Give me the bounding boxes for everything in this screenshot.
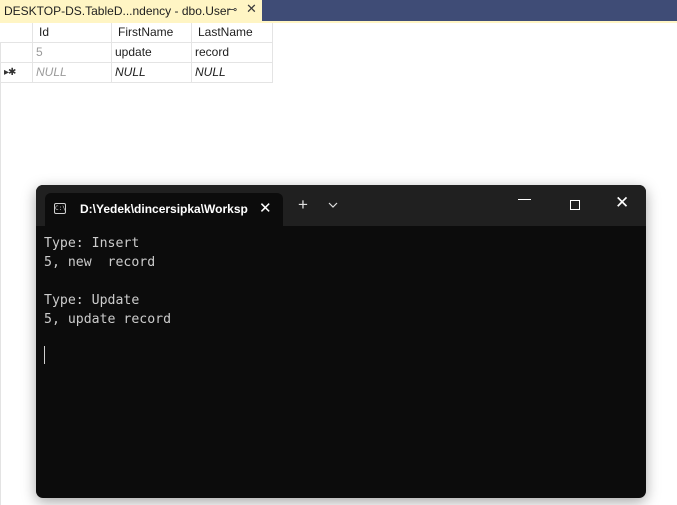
column-header-lastname[interactable]: LastName bbox=[192, 23, 273, 43]
document-tab-bar: DESKTOP-DS.TableD...ndency - dbo.User ⊸ … bbox=[0, 0, 677, 21]
chevron-down-icon[interactable] bbox=[328, 199, 338, 211]
terminal-line: 5, update record bbox=[44, 312, 172, 327]
new-row[interactable]: ▸✱ NULL NULL NULL bbox=[0, 63, 273, 83]
cell-firstname[interactable]: update bbox=[112, 43, 192, 63]
cell-firstname[interactable]: NULL bbox=[112, 63, 192, 83]
terminal-window[interactable]: C:\ D:\Yedek\dincersipka\Worksp ✕ + ✕ Ty… bbox=[36, 185, 646, 498]
terminal-line: Type: Update bbox=[44, 293, 140, 308]
column-header-id[interactable]: Id bbox=[33, 23, 112, 43]
cell-id[interactable]: 5 bbox=[33, 43, 112, 63]
tab-close-icon[interactable]: ✕ bbox=[259, 199, 272, 217]
close-window-icon[interactable]: ✕ bbox=[615, 194, 629, 211]
table-row[interactable]: 5 update record bbox=[0, 43, 273, 63]
document-tab[interactable]: DESKTOP-DS.TableD...ndency - dbo.User ⊸ … bbox=[0, 0, 262, 21]
terminal-icon: C:\ bbox=[54, 203, 66, 214]
close-icon[interactable]: ✕ bbox=[246, 1, 257, 17]
terminal-titlebar[interactable]: C:\ D:\Yedek\dincersipka\Worksp ✕ + ✕ bbox=[36, 185, 646, 226]
row-header-corner[interactable] bbox=[0, 23, 33, 43]
terminal-tab-title: D:\Yedek\dincersipka\Worksp bbox=[80, 202, 248, 216]
grid-header-row: Id FirstName LastName bbox=[0, 23, 273, 43]
document-tab-title: DESKTOP-DS.TableD...ndency - dbo.User bbox=[4, 3, 231, 18]
column-header-firstname[interactable]: FirstName bbox=[112, 23, 192, 43]
terminal-tab[interactable]: C:\ D:\Yedek\dincersipka\Worksp ✕ bbox=[45, 193, 283, 226]
pin-icon[interactable]: ⊸ bbox=[228, 3, 237, 16]
new-tab-icon[interactable]: + bbox=[298, 196, 308, 213]
terminal-line: 5, new record bbox=[44, 255, 156, 270]
minimize-icon[interactable] bbox=[518, 199, 531, 200]
new-row-indicator-icon[interactable]: ▸✱ bbox=[0, 63, 33, 83]
terminal-line: Type: Insert bbox=[44, 236, 140, 251]
maximize-icon[interactable] bbox=[570, 200, 580, 210]
terminal-output[interactable]: Type: Insert 5, new record Type: Update … bbox=[44, 234, 634, 484]
row-selector[interactable] bbox=[0, 43, 33, 63]
cell-lastname[interactable]: record bbox=[192, 43, 273, 63]
cell-lastname[interactable]: NULL bbox=[192, 63, 273, 83]
cell-id[interactable]: NULL bbox=[33, 63, 112, 83]
text-cursor bbox=[44, 346, 45, 364]
